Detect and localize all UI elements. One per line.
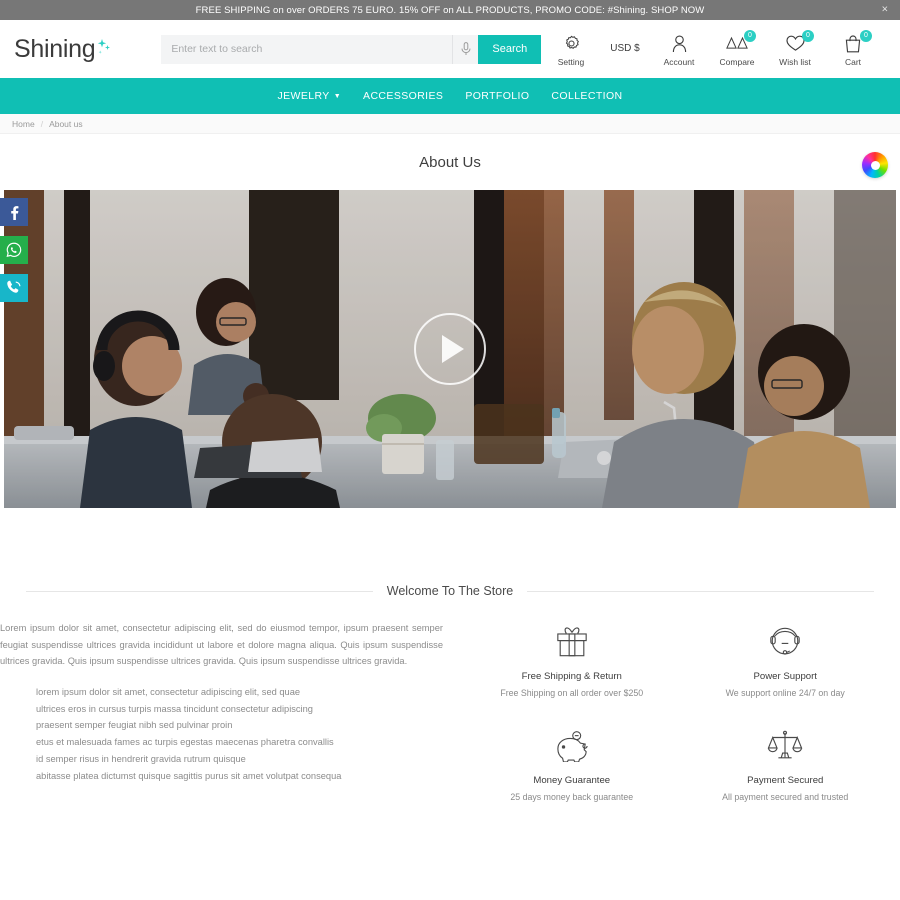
welcome-heading: Welcome To The Store [386,584,514,598]
list-item: praesent semper feugiat nibh sed pulvina… [36,720,233,731]
list-item: ultrices eros in cursus turpis massa tin… [36,703,313,714]
setting-label: Setting [557,56,585,67]
divider-line-right [527,590,875,592]
site-header: Shining Search [0,20,900,78]
gift-icon [465,620,679,664]
hero-video-banner[interactable] [4,190,896,508]
logo[interactable]: Shining [14,35,113,64]
promo-text: FREE SHIPPING on over ORDERS 75 EURO. 15… [195,4,705,16]
compare-badge: 0 [744,29,756,42]
nav-item-accessories[interactable]: ACCESSORIES [363,90,443,102]
wishlist-label: Wish list [779,56,811,67]
compare-tool[interactable]: 0 Compare [708,29,766,67]
feature-title: Power Support [753,671,817,682]
user-icon [672,34,687,54]
feature-title: Money Guarantee [533,775,611,786]
nav-item-jewelry[interactable]: JEWELRY ▼ [277,90,341,102]
about-text-column: Lorem ipsum dolor sit amet, consectetur … [0,620,465,828]
facebook-icon[interactable] [0,198,28,226]
nav-item-portfolio[interactable]: PORTFOLIO [465,90,529,102]
microphone-icon[interactable] [452,34,479,64]
breadcrumb: Home / About us [0,114,900,134]
header-tools: Setting USD $ Account 0 Compare 0 Wish l… [542,29,886,67]
social-rail [0,198,28,312]
about-us-page: FREE SHIPPING on over ORDERS 75 EURO. 15… [0,0,900,900]
whatsapp-icon[interactable] [0,236,28,264]
features-grid: Free Shipping & Return Free Shipping on … [465,620,900,828]
search-button[interactable]: Search [478,34,542,64]
piggy-bank-icon [465,724,679,768]
breadcrumb-home[interactable]: Home [12,119,35,129]
breadcrumb-current: About us [49,118,83,129]
page-title-area: About Us [0,134,900,190]
cart-badge: 0 [860,29,872,42]
breadcrumb-separator: / [40,118,44,129]
list-item: lorem ipsum dolor sit amet, consectetur … [36,686,301,697]
feature-subtitle: We support online 24/7 on day [725,688,845,698]
feature-title: Payment Secured [747,775,824,786]
close-icon[interactable]: × [882,4,888,16]
welcome-divider: Welcome To The Store [0,584,900,598]
cart-tool[interactable]: 0 Cart [824,29,882,67]
wishlist-tool[interactable]: 0 Wish list [766,29,824,67]
page-title: About Us [419,153,481,171]
about-content: Lorem ipsum dolor sit amet, consectetur … [0,598,900,828]
feature-subtitle: 25 days money back guarantee [510,792,634,802]
about-lead-paragraph: Lorem ipsum dolor sit amet, consectetur … [0,623,443,667]
scales-icon [679,724,893,768]
currency-tool[interactable]: USD $ [600,32,650,54]
list-item: id semper risus in hendrerit gravida rut… [36,754,246,765]
search-bar: Search [161,34,542,64]
setting-tool[interactable]: Setting [542,32,600,67]
feature-payment-secured: Payment Secured All payment secured and … [679,724,893,802]
list-item: abitasse platea dictumst quisque sagitti… [36,771,342,782]
promo-bar: FREE SHIPPING on over ORDERS 75 EURO. 15… [0,0,900,20]
about-bullet-list: lorem ipsum dolor sit amet, consectetur … [0,684,443,785]
list-item: etus et malesuada fames ac turpis egesta… [36,737,334,748]
play-button[interactable] [414,313,486,385]
feature-title: Free Shipping & Return [521,671,622,682]
phone-icon[interactable] [0,274,28,302]
theme-color-wheel-icon[interactable] [862,152,888,178]
headset-support-icon [679,620,893,664]
feature-money-guarantee: Money Guarantee 25 days money back guara… [465,724,679,802]
chevron-down-icon: ▼ [333,92,342,100]
nav-item-jewelry-label: JEWELRY [277,90,330,102]
main-navigation: JEWELRY ▼ ACCESSORIES PORTFOLIO COLLECTI… [0,78,900,114]
compare-label: Compare [719,56,755,67]
bag-icon [845,34,861,54]
account-tool[interactable]: Account [650,32,708,67]
currency-label: USD $ [610,42,640,54]
feature-power-support: Power Support We support online 24/7 on … [679,620,893,698]
gear-icon [563,34,580,54]
divider-line-left [26,590,373,592]
feature-subtitle: Free Shipping on all order over $250 [500,688,644,698]
feature-free-shipping: Free Shipping & Return Free Shipping on … [465,620,679,698]
logo-text: Shining [14,34,96,63]
feature-subtitle: All payment secured and trusted [722,792,849,802]
sparkle-icon [98,38,111,54]
search-input[interactable] [161,34,453,64]
cart-label: Cart [844,56,862,67]
nav-item-collection[interactable]: COLLECTION [551,90,622,102]
wishlist-badge: 0 [802,29,814,42]
account-label: Account [663,56,695,67]
